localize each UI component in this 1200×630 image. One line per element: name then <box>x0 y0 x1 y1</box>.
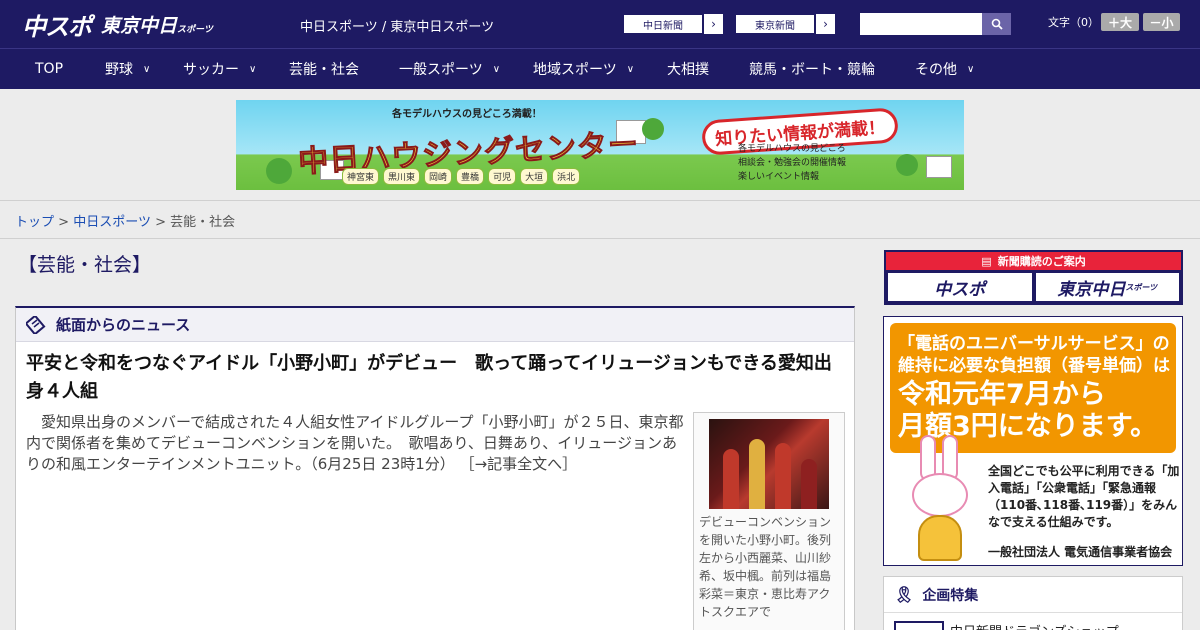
nav-item-sumo[interactable]: 大相撲 <box>667 49 709 89</box>
font-larger-button[interactable]: ＋大 <box>1101 13 1139 31</box>
page-title: 【芸能・社会】 <box>18 254 152 276</box>
subscribe-chuspo-button[interactable]: 中スポ <box>888 273 1032 301</box>
city-tag: 岡崎 <box>424 168 453 185</box>
banner-top-note: 各モデルハウスの見どころ満載！ <box>392 109 542 120</box>
feature-heading: 🎗 企画特集 <box>884 577 1182 613</box>
article-title[interactable]: 平安と令和をつなぐアイドル「小野小町」がデビュー 歌って踊ってイリュージョンもで… <box>26 350 846 406</box>
city-tag: 神宮東 <box>342 168 380 185</box>
search-input[interactable] <box>860 13 982 35</box>
nav-item-other[interactable]: その他 ∨ <box>915 49 974 89</box>
nav-item-entertainment[interactable]: 芸能・社会 <box>289 49 359 89</box>
house-graphic <box>926 156 952 178</box>
person-figure <box>749 439 765 509</box>
banner-cities: 神宮東 黒川東 岡崎 豊橋 可児 大垣 浜北 <box>342 168 581 185</box>
universal-service-ad[interactable]: 「電話のユニバーサルサービス」の 維持に必要な負担額（番号単価）は 令和元年7月… <box>883 316 1183 566</box>
font-size-label: 文字（0） <box>1048 16 1099 29</box>
search-icon <box>991 18 1003 30</box>
chevron-down-icon: ∨ <box>492 63 501 75</box>
article-photo-box: デビューコンベンションを開いた小野小町。後列左から小西麗菜、山川紗希、坂中楓。前… <box>693 412 845 630</box>
search-button[interactable] <box>982 13 1011 35</box>
breadcrumb-section[interactable]: 中日スポーツ <box>73 215 151 230</box>
city-tag: 浜北 <box>552 168 581 185</box>
city-tag: 豊橋 <box>456 168 485 185</box>
tokyo-shimbun-link[interactable]: 東京新聞 › <box>734 13 836 35</box>
universal-org: 一般社団法人 電気通信事業者協会 <box>988 545 1173 559</box>
feature-thumbnail[interactable] <box>894 621 944 630</box>
site-header: 中スポ 東京中日スポーツ 中日スポーツ / 東京中日スポーツ 中日新聞 › 東京… <box>0 0 1200 48</box>
chevron-right-icon: › <box>703 14 723 34</box>
news-box: 紙面からのニュース 平安と令和をつなぐアイドル「小野小町」がデビュー 歌って踊っ… <box>15 306 855 630</box>
photo-caption: デビューコンベンションを開いた小野小町。後列左から小西麗菜、山川紗希、坂中楓。前… <box>699 515 832 619</box>
ad-band: 各モデルハウスの見どころ満載！ 中日ハウジングセンター 知りたい情報が満載！ 神… <box>0 89 1200 201</box>
ribbon-icon: 🎗 <box>894 585 915 604</box>
nav-item-top[interactable]: TOP <box>35 49 63 89</box>
news-heading: 紙面からのニュース <box>16 308 854 342</box>
font-smaller-button[interactable]: －小 <box>1143 13 1180 31</box>
logo-tokyo-chunichi[interactable]: 東京中日スポーツ <box>101 11 213 38</box>
article-photo[interactable] <box>709 419 829 509</box>
nav-item-general-sports[interactable]: 一般スポーツ ∨ <box>399 49 500 89</box>
breadcrumb-top[interactable]: トップ <box>15 215 54 230</box>
city-tag: 黒川東 <box>383 168 421 185</box>
chevron-right-icon: › <box>815 14 835 34</box>
newspaper-icon <box>26 315 46 334</box>
chevron-down-icon: ∨ <box>626 63 635 75</box>
banner-info-list: 各モデルハウスの見どころ 相談会・勉強会の開催情報 楽しいイベント情報 <box>738 144 847 182</box>
nav-item-local-sports[interactable]: 地域スポーツ ∨ <box>533 49 634 89</box>
person-figure <box>801 459 817 509</box>
newspaper-icon: ▤ <box>981 254 992 268</box>
subscription-box: ▤ 新聞購読のご案内 中スポ 東京中日 スポーツ <box>884 250 1183 305</box>
bunny-mascot-icon <box>908 435 972 561</box>
read-more-link[interactable]: ［→記事全文へ］ <box>460 455 578 473</box>
breadcrumb-current: 芸能・社会 <box>170 215 236 230</box>
person-figure <box>775 443 791 509</box>
city-tag: 可児 <box>488 168 517 185</box>
chevron-down-icon: ∨ <box>967 63 975 75</box>
universal-desc: 全国どこでも公平に利用できる「加入電話」「公衆電話」「緊急通報（110番､118… <box>988 464 1180 529</box>
chevron-down-icon: ∨ <box>249 63 257 75</box>
chunichi-shimbun-link[interactable]: 中日新聞 › <box>622 13 724 35</box>
nav-item-baseball[interactable]: 野球 ∨ <box>105 49 150 89</box>
nav-item-soccer[interactable]: サッカー ∨ <box>183 49 256 89</box>
main-nav: TOP 野球 ∨ サッカー ∨ 芸能・社会 一般スポーツ ∨ 地域スポーツ ∨ 大相撲 … <box>0 48 1200 89</box>
feature-item[interactable]: 中日新聞ドラゴンズショップ <box>950 621 1119 630</box>
search-form <box>860 13 1011 35</box>
subscription-heading: ▤ 新聞購読のご案内 <box>886 252 1181 270</box>
housing-center-banner[interactable]: 各モデルハウスの見どころ満載！ 中日ハウジングセンター 知りたい情報が満載！ 神… <box>236 100 964 190</box>
tree-graphic <box>642 118 664 140</box>
chevron-down-icon: ∨ <box>143 63 151 75</box>
tree-graphic <box>896 154 918 176</box>
tree-graphic <box>266 158 292 184</box>
city-tag: 大垣 <box>520 168 549 185</box>
breadcrumb: トップ > 中日スポーツ > 芸能・社会 <box>15 215 236 230</box>
logo-chuspo[interactable]: 中スポ <box>22 7 92 42</box>
divider <box>0 238 1200 239</box>
person-figure <box>723 449 739 509</box>
subscribe-tokyo-chunichi-button[interactable]: 東京中日 スポーツ <box>1035 273 1179 301</box>
site-logo[interactable]: 中スポ 東京中日スポーツ <box>22 7 213 42</box>
nav-item-racing[interactable]: 競馬・ボート・競輪 <box>749 49 875 89</box>
site-names: 中日スポーツ / 東京中日スポーツ <box>300 20 495 35</box>
feature-box: 🎗 企画特集 中日新聞ドラゴンズショップ <box>883 576 1183 630</box>
article-summary: 愛知県出身のメンバーで結成された４人組女性アイドルグループ「小野小町」が２５日、… <box>26 413 684 473</box>
